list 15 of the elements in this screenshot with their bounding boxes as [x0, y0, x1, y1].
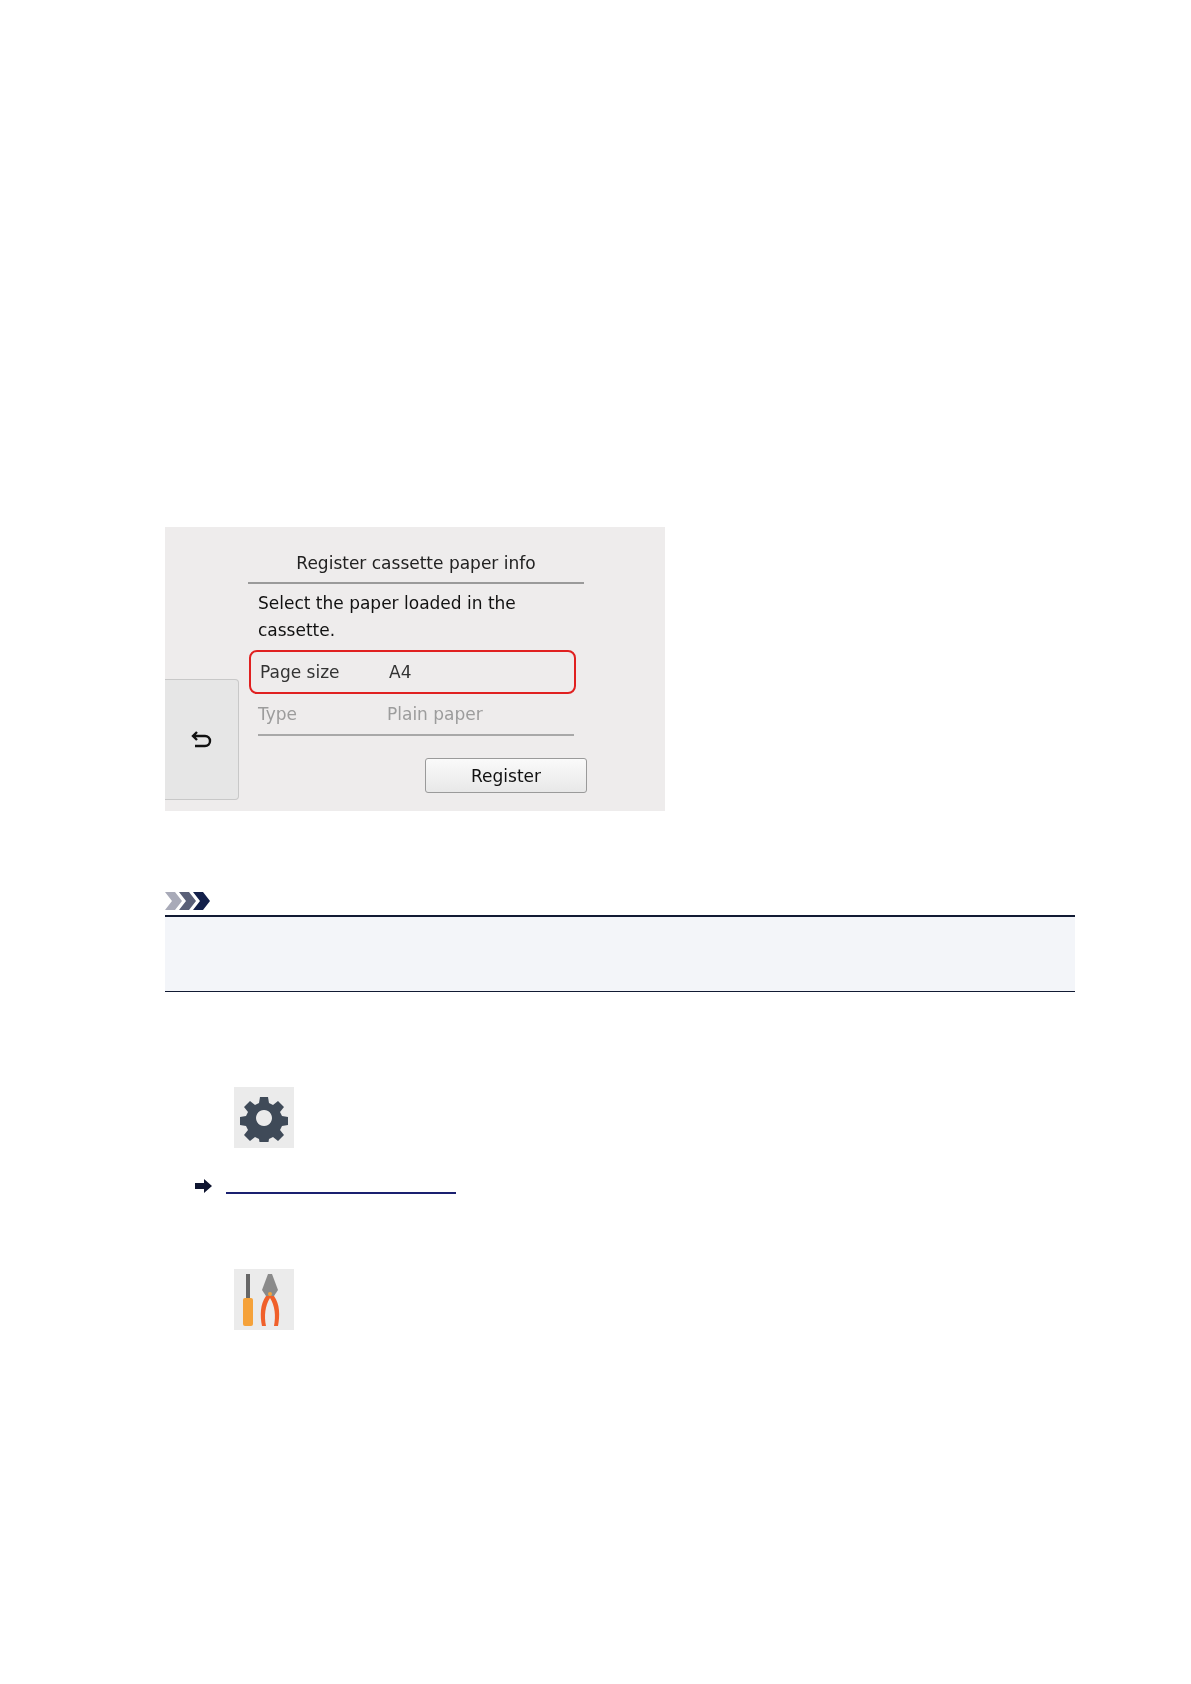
setting-row[interactable]: Page size A4	[249, 650, 576, 694]
arrow-icon	[195, 1179, 212, 1193]
back-icon	[190, 729, 213, 750]
tools-icon	[234, 1269, 294, 1330]
register-button[interactable]: Register	[425, 758, 587, 793]
back-button[interactable]	[165, 679, 239, 800]
screen-title: Register cassette paper info	[248, 527, 584, 584]
setting-value: A4	[389, 662, 412, 682]
settings-icon	[234, 1087, 294, 1148]
note-icon	[165, 892, 211, 910]
setting-value: Plain paper	[387, 704, 483, 724]
setting-label: Page size	[260, 662, 341, 682]
setting-label: Type	[258, 704, 299, 724]
link-line[interactable]	[226, 1192, 456, 1194]
instruction-text: Select the paper loaded in the cassette.	[257, 592, 517, 642]
